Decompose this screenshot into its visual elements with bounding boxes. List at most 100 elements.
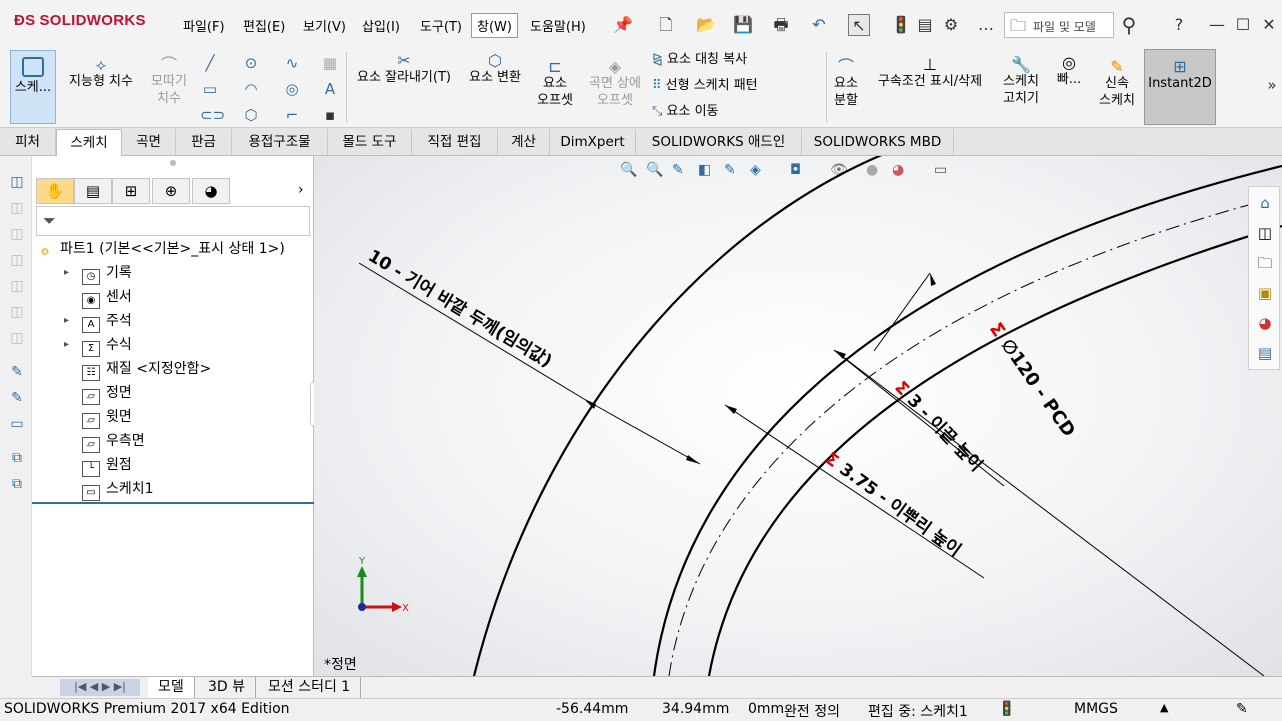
spline-icon[interactable]: ∿ [282, 54, 302, 72]
file-properties-icon[interactable]: ▤ [914, 14, 936, 36]
slot-icon[interactable]: ⊂⊃ [200, 106, 225, 124]
circle-icon[interactable]: ⊙ [241, 54, 261, 72]
arc-icon[interactable]: ◠ [241, 80, 261, 98]
smart-dim-side-icon[interactable]: ✎ [7, 390, 27, 408]
point-icon[interactable]: ▪ [320, 106, 340, 124]
repair-sketch-button[interactable]: 🔧 스케치 고치기 [998, 56, 1044, 107]
hole-icon[interactable]: ◫ [7, 330, 27, 348]
instant2d-button[interactable]: ⊞ Instant2D [1144, 49, 1216, 125]
configuration-manager-tab[interactable]: ⊞ [112, 178, 150, 204]
design-library-icon[interactable]: ◫ [1253, 221, 1277, 245]
tab-surfaces[interactable]: 곡면 [122, 129, 176, 155]
menu-edit[interactable]: 편집(E) [243, 16, 285, 35]
more-icon[interactable]: … [975, 14, 997, 36]
copy-entities-icon[interactable]: ⧉ [7, 450, 27, 468]
undo-icon[interactable]: ↶ [808, 14, 830, 36]
tab-evaluate[interactable]: 계산 [498, 129, 550, 155]
tab-motion-study[interactable]: 모션 스터디 1 [258, 677, 362, 699]
rebuild-status-icon[interactable]: 🚦 [998, 701, 1015, 717]
tab-weldments[interactable]: 용접구조물 [232, 129, 328, 155]
convert-entities-button[interactable]: ⬡ 요소 변환 [462, 52, 528, 86]
file-explorer-icon[interactable]: 🗀 [1253, 251, 1277, 275]
close-button[interactable]: ✕ [1258, 14, 1280, 36]
ellipse-icon[interactable]: ◎ [282, 80, 302, 98]
units-dropdown-icon[interactable]: ▲ [1160, 701, 1168, 714]
tree-item[interactable]: ▸ A 주석 [64, 310, 132, 333]
extrude-icon[interactable]: ◫ [7, 174, 27, 192]
minimize-button[interactable]: — [1206, 14, 1228, 36]
tree-item[interactable]: ☷ 재질 <지정안함> [82, 358, 211, 381]
rebuild-icon[interactable]: 🚦 [890, 14, 912, 36]
tree-root-part[interactable]: ⚙ 파트1 (기본<<기본>_표시 상태 1>) [36, 238, 285, 262]
tab-solidworks-mbd[interactable]: SOLIDWORKS MBD [802, 129, 954, 155]
pin-icon[interactable]: 📌 [612, 14, 634, 36]
select-cursor-icon[interactable]: ↖ [848, 14, 870, 36]
feedback-icon[interactable]: ✎ [1236, 701, 1248, 717]
tab-model[interactable]: 모델 [148, 677, 195, 699]
tree-filter-input[interactable]: ⏷ [36, 206, 310, 236]
menu-help[interactable]: 도움말(H) [530, 16, 586, 35]
feature-manager-tab[interactable]: ✋ [36, 178, 74, 204]
text-icon[interactable]: A [320, 80, 340, 98]
sketch-fillet-icon[interactable]: ⌐ [282, 106, 302, 124]
tree-item[interactable]: ▱ 우측면 [82, 430, 145, 453]
menu-insert[interactable]: 삽입(I) [362, 16, 400, 35]
display-icon[interactable]: ▭ [7, 416, 27, 434]
rapid-sketch-button[interactable]: ✎ 신속 스케치 [1094, 58, 1140, 109]
tab-direct-editing[interactable]: 직접 편집 [412, 129, 498, 155]
options-gear-icon[interactable]: ⚙ [940, 14, 962, 36]
loft-icon[interactable]: ◫ [7, 252, 27, 270]
trim-entities-button[interactable]: ✂ 요소 잘라내기(T) [350, 52, 458, 86]
dim-addendum-label[interactable]: 3 - 이끝 높이 [903, 391, 986, 476]
plane-sketch-icon[interactable]: ▦ [320, 54, 340, 72]
maximize-button[interactable]: ☐ [1232, 14, 1254, 36]
fillet-button[interactable]: ⌒ 모따기 치수 [144, 56, 194, 107]
view-palette-icon[interactable]: ▣ [1253, 281, 1277, 305]
offset-entities-button[interactable]: ⊏ 요소 오프셋 [532, 58, 578, 109]
panel-grip[interactable] [170, 160, 176, 166]
tab-3d-view[interactable]: 3D 뷰 [198, 677, 257, 699]
offset-on-surface-button[interactable]: ◈ 곡면 상에 오프셋 [584, 58, 646, 109]
move-entities-button[interactable]: ⤡ 요소 이동 [652, 103, 719, 120]
expand-arrow-icon[interactable]: ▸ [64, 334, 69, 356]
open-file-icon[interactable]: 📂 [695, 14, 717, 36]
sketch-button[interactable]: 스케... [10, 50, 56, 124]
sweep-icon[interactable]: ◫ [7, 226, 27, 244]
tree-item[interactable]: ▭ 스케치1 [82, 478, 154, 501]
edit-sketch-icon[interactable]: ✎ [7, 364, 27, 382]
tab-sheet-metal[interactable]: 판금 [176, 129, 232, 155]
expand-arrow-icon[interactable]: ▸ [64, 310, 69, 332]
tree-item[interactable]: └ 원점 [82, 454, 132, 477]
quick-snaps-button[interactable]: ◎ 빠... [1052, 54, 1086, 88]
property-manager-tab[interactable]: ▤ [74, 178, 112, 204]
tab-mold-tools[interactable]: 몰드 도구 [328, 129, 412, 155]
tree-item[interactable]: ▸ ◷ 기록 [64, 262, 132, 285]
tab-sketch[interactable]: 스케치 [56, 129, 122, 157]
ribbon-more-chevron-icon[interactable]: » [1262, 76, 1282, 94]
new-file-icon[interactable]: 🗋 [655, 14, 677, 36]
menu-tools[interactable]: 도구(T) [420, 16, 462, 35]
tree-item[interactable]: ▸ Σ 수식 [64, 334, 132, 357]
menu-view[interactable]: 보기(V) [303, 16, 346, 35]
revolve-icon[interactable]: ◫ [7, 200, 27, 218]
graphics-area[interactable]: 🔍 🔍 ✎ ◧ ✎ ◈ ◘ 👁 ● ◕ ▭ ◰ [314, 156, 1282, 676]
boundary-icon[interactable]: ◫ [7, 278, 27, 296]
search-icon[interactable]: ⚲ [1118, 14, 1140, 36]
tab-features[interactable]: 피처 [0, 129, 56, 155]
dim-rim-thickness-label[interactable]: 10 - 기어 바깥 두께(임의값) [364, 245, 555, 372]
rectangle-icon[interactable]: ▭ [200, 80, 220, 98]
linear-pattern-button[interactable]: ⠿ 선형 스케치 패턴 [652, 77, 758, 94]
menu-file[interactable]: 파일(F) [183, 16, 225, 35]
print-icon[interactable]: 🖶 [770, 14, 792, 36]
mirror-entities-button[interactable]: ⧎ 요소 대칭 복사 [652, 51, 747, 68]
unit-system[interactable]: MMGS [1074, 701, 1118, 717]
panel-expand-chevron-icon[interactable]: › [298, 182, 304, 198]
tab-dimxpert[interactable]: DimXpert [550, 129, 636, 155]
tree-item[interactable]: ◉ 센서 [82, 286, 132, 309]
line-icon[interactable]: ╱ [200, 54, 220, 72]
tab-solidworks-addins[interactable]: SOLIDWORKS 애드인 [636, 129, 802, 155]
tree-item[interactable]: ▱ 정면 [82, 382, 132, 405]
dimxpert-manager-tab[interactable]: ⊕ [152, 178, 190, 204]
dim-pcd-label[interactable]: ∅120 - PCD [996, 335, 1079, 441]
tab-scroll-arrows-icon[interactable]: |◀ ◀ ▶ ▶| [60, 679, 140, 696]
